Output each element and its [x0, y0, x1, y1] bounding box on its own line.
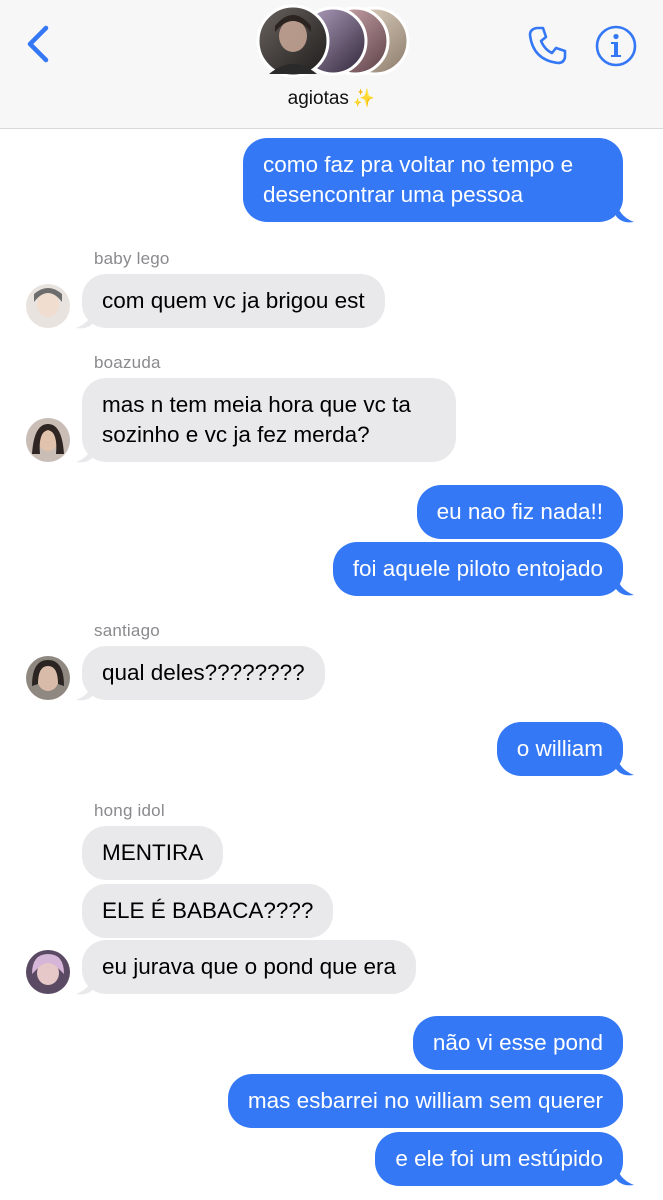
- message-text: eu nao fiz nada!!: [436, 499, 603, 524]
- incoming-message-bubble[interactable]: mas n tem meia hora que vc ta sozinho e …: [82, 378, 456, 462]
- bubble-tail: [76, 306, 94, 329]
- message-text: com quem vc ja brigou est: [102, 288, 365, 313]
- message-text-line: desencontrar uma pessoa: [263, 182, 524, 207]
- info-icon: [595, 25, 637, 67]
- message-text: foi aquele piloto entojado: [352, 556, 603, 581]
- message-text: ELE É BABACA????: [102, 898, 314, 923]
- sender-name: santiago: [94, 621, 160, 640]
- conversation-header: agiotas ✨: [0, 0, 663, 129]
- info-button[interactable]: [594, 24, 638, 68]
- group-name[interactable]: agiotas ✨: [0, 88, 663, 110]
- incoming-message-bubble[interactable]: MENTIRA: [82, 826, 224, 880]
- message-text: e ele foi um estúpido: [395, 1146, 603, 1171]
- sender-name: boazuda: [94, 353, 161, 372]
- outgoing-message-bubble[interactable]: como faz pra voltar no tempo e desencont…: [243, 138, 623, 222]
- message-text: MENTIRA: [102, 840, 204, 865]
- message-text: o william: [516, 736, 603, 761]
- message-text: eu jurava que o pond que era: [102, 954, 396, 979]
- incoming-message-bubble[interactable]: eu jurava que o pond que era: [82, 940, 416, 994]
- outgoing-message-bubble[interactable]: mas esbarrei no william sem querer: [227, 1074, 623, 1128]
- sender-name: hong idol: [94, 801, 165, 820]
- sender-avatar[interactable]: [26, 418, 70, 462]
- sender-avatar[interactable]: [26, 656, 70, 700]
- bubble-tail: [76, 678, 94, 701]
- message-text: mas esbarrei no william sem querer: [247, 1088, 603, 1113]
- sender-name: baby lego: [94, 249, 170, 268]
- chevron-left-icon: [27, 25, 49, 63]
- outgoing-message-bubble[interactable]: o william: [496, 722, 623, 776]
- outgoing-message-bubble[interactable]: não vi esse pond: [412, 1016, 623, 1070]
- message-text: qual deles????????: [102, 660, 305, 685]
- message-text-line: sozinho e vc ja fez merda?: [102, 422, 370, 447]
- incoming-message-bubble[interactable]: ELE É BABACA????: [82, 884, 334, 938]
- bubble-tail: [616, 200, 634, 223]
- outgoing-message-bubble[interactable]: eu nao fiz nada!!: [416, 485, 623, 539]
- outgoing-message-bubble[interactable]: foi aquele piloto entojado: [332, 542, 623, 596]
- message-text-line: mas n tem meia hora que vc ta: [102, 392, 411, 417]
- message-text: não vi esse pond: [432, 1030, 603, 1055]
- bubble-tail: [616, 573, 634, 596]
- incoming-message-bubble[interactable]: qual deles????????: [82, 646, 325, 700]
- outgoing-message-bubble[interactable]: e ele foi um estúpido: [375, 1132, 623, 1186]
- group-name-label: agiotas: [287, 88, 349, 109]
- call-button[interactable]: [527, 24, 569, 66]
- phone-icon: [528, 26, 567, 65]
- sender-avatar[interactable]: [26, 950, 70, 994]
- back-button[interactable]: [22, 22, 54, 66]
- bubble-tail: [616, 753, 634, 776]
- message-text-line: como faz pra voltar no tempo e: [263, 152, 574, 177]
- incoming-message-bubble[interactable]: com quem vc ja brigou est: [82, 274, 385, 328]
- bubble-tail: [616, 1163, 634, 1186]
- bubble-tail: [76, 972, 94, 995]
- group-avatar-stack[interactable]: [255, 4, 415, 78]
- sparkles-emoji: ✨: [352, 88, 376, 108]
- bubble-tail: [76, 440, 94, 463]
- sender-avatar[interactable]: [26, 284, 70, 328]
